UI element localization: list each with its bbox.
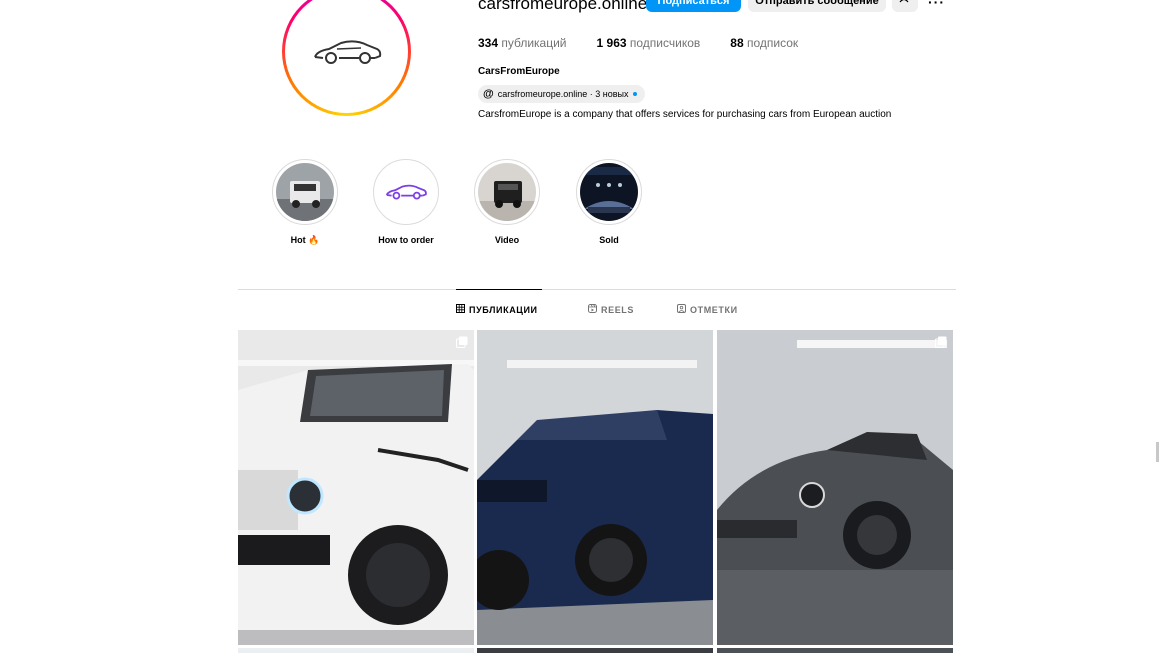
highlight-label: How to order bbox=[378, 235, 434, 245]
threads-link[interactable]: @ carsfromeurope.online · 3 новых bbox=[478, 85, 645, 103]
add-user-icon bbox=[899, 0, 911, 7]
grid-icon bbox=[456, 304, 465, 315]
highlight-sold[interactable]: Sold bbox=[576, 159, 642, 245]
new-indicator-dot bbox=[632, 92, 637, 96]
following-count[interactable]: 88 подписок bbox=[730, 36, 798, 50]
threads-icon: @ bbox=[483, 88, 494, 100]
profile-stats: 334 публикаций 1 963 подписчиков 88 подп… bbox=[478, 36, 828, 50]
followers-count[interactable]: 1 963 подписчиков bbox=[597, 36, 701, 50]
post-thumbnail[interactable] bbox=[477, 330, 713, 645]
post-image bbox=[238, 330, 474, 645]
highlight-how-to-order[interactable]: How to order bbox=[373, 159, 439, 245]
posts-count: 334 публикаций bbox=[478, 36, 567, 50]
carousel-icon bbox=[456, 336, 468, 348]
post-thumbnail[interactable] bbox=[717, 648, 953, 653]
carousel-icon bbox=[935, 336, 947, 348]
profile-avatar[interactable] bbox=[282, 0, 411, 116]
suggest-users-button[interactable] bbox=[892, 0, 918, 12]
profile-bio: CarsfromEurope is a company that offers … bbox=[478, 109, 892, 120]
highlight-cover-image bbox=[580, 163, 638, 221]
tab-posts[interactable]: ПУБЛИКАЦИИ bbox=[456, 304, 538, 315]
profile-full-name: CarsFromEurope bbox=[478, 66, 560, 77]
highlight-hot[interactable]: Hot 🔥 bbox=[272, 159, 338, 246]
tabs-divider bbox=[238, 289, 956, 290]
tab-reels[interactable]: REELS bbox=[588, 304, 634, 315]
post-thumbnail[interactable] bbox=[238, 330, 474, 645]
send-message-button[interactable]: Отправить сообщение bbox=[748, 0, 886, 12]
highlight-label: Hot 🔥 bbox=[290, 235, 320, 245]
follow-button[interactable]: Подписаться bbox=[646, 0, 741, 12]
post-image bbox=[477, 330, 713, 645]
highlight-video[interactable]: Video bbox=[474, 159, 540, 245]
highlight-label: Video bbox=[494, 235, 520, 245]
profile-username: carsfromeurope.online bbox=[478, 0, 648, 13]
scrollbar-thumb[interactable] bbox=[1156, 442, 1159, 462]
highlight-cover-image bbox=[276, 163, 334, 221]
post-thumbnail[interactable] bbox=[477, 648, 713, 653]
car-logo-icon bbox=[377, 163, 435, 221]
post-image bbox=[717, 330, 953, 645]
tab-tagged[interactable]: ОТМЕТКИ bbox=[677, 304, 738, 315]
post-thumbnail[interactable] bbox=[717, 330, 953, 645]
reels-icon bbox=[588, 304, 597, 315]
tagged-icon bbox=[677, 304, 686, 315]
car-logo-icon bbox=[289, 0, 404, 109]
active-tab-indicator bbox=[456, 289, 542, 290]
post-thumbnail[interactable] bbox=[238, 648, 474, 653]
more-options-icon[interactable]: ··· bbox=[928, 0, 945, 10]
highlight-cover-image bbox=[478, 163, 536, 221]
highlight-label: Sold bbox=[599, 235, 619, 245]
